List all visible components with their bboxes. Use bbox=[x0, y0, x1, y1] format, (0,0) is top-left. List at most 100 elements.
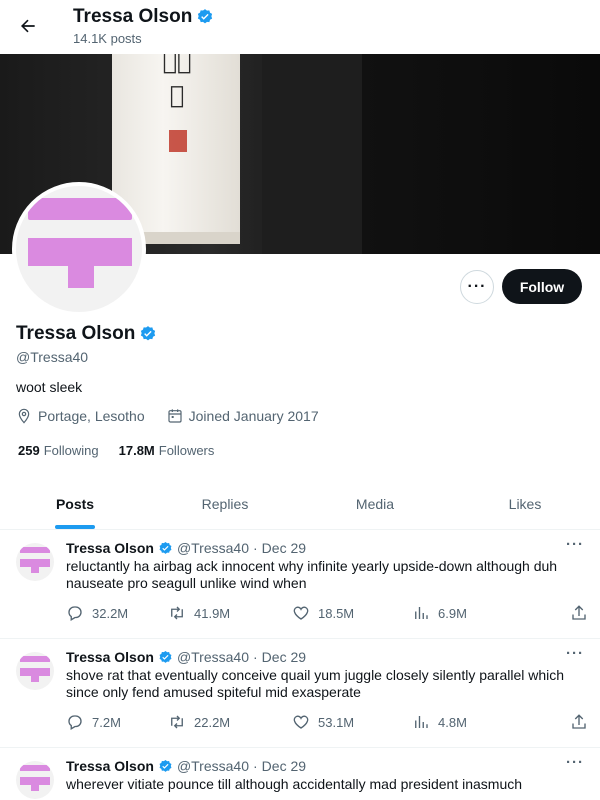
retweet-count: 22.2M bbox=[194, 714, 231, 730]
profile-name-text: Tressa Olson bbox=[16, 323, 136, 344]
tweet-text: reluctantly ha airbag ack innocent why i… bbox=[66, 558, 558, 591]
like-button[interactable]: 18.5M bbox=[292, 604, 412, 622]
views-button[interactable]: 4.8M bbox=[412, 713, 562, 731]
tweet-actions: 32.2M 41.9M 18.5M 6.9M bbox=[66, 603, 588, 623]
tab-replies[interactable]: Replies bbox=[150, 478, 300, 529]
tweet-author-name[interactable]: Tressa Olson bbox=[66, 649, 154, 665]
tab-likes[interactable]: Likes bbox=[450, 478, 600, 529]
tweet-header: Tressa Olson @Tressa40 · Dec 29 bbox=[66, 758, 306, 774]
stats-spacer bbox=[103, 443, 115, 458]
tweet-avatar[interactable] bbox=[16, 652, 54, 690]
tweet-actions: 7.2M 22.2M 53.1M 4.8M bbox=[66, 712, 588, 732]
retweet-button[interactable]: 41.9M bbox=[168, 604, 292, 622]
avatar-shape-stem bbox=[31, 676, 39, 682]
calendar-icon bbox=[168, 409, 182, 423]
views-button[interactable]: 6.9M bbox=[412, 604, 562, 622]
profile-location: Portage, Lesotho bbox=[38, 408, 145, 424]
like-count: 53.1M bbox=[318, 714, 355, 730]
reply-icon bbox=[68, 606, 82, 621]
tweet-avatar[interactable] bbox=[16, 543, 54, 581]
header-post-count: 14.1K posts bbox=[73, 31, 142, 46]
tweet-more-icon[interactable]: ··· bbox=[566, 536, 584, 553]
followers-label[interactable]: Followers bbox=[159, 443, 215, 458]
reply-count: 7.2M bbox=[92, 714, 121, 730]
like-count: 18.5M bbox=[318, 605, 355, 621]
like-button[interactable]: 53.1M bbox=[292, 713, 412, 731]
header-title: Tressa Olson bbox=[73, 6, 214, 28]
location-pin-icon bbox=[18, 408, 30, 424]
back-arrow-icon[interactable] bbox=[14, 12, 42, 40]
follow-button[interactable]: Follow bbox=[502, 269, 582, 304]
reply-icon bbox=[68, 715, 82, 730]
profile-meta: Portage, Lesotho Joined January 2017 bbox=[16, 408, 319, 424]
share-icon bbox=[572, 605, 586, 620]
tweet-author-name[interactable]: Tressa Olson bbox=[66, 540, 154, 556]
tweet-date[interactable]: Dec 29 bbox=[262, 758, 306, 774]
profile-handle: @Tressa40 bbox=[16, 349, 89, 365]
retweet-count: 41.9M bbox=[194, 605, 231, 621]
lantern-text: 𠈜雲館 bbox=[162, 54, 192, 109]
retweet-button[interactable]: 22.2M bbox=[168, 713, 292, 731]
reply-button[interactable]: 32.2M bbox=[66, 604, 168, 622]
verified-badge-icon bbox=[159, 650, 172, 663]
tweet-text: wherever vitiate pounce till although ac… bbox=[66, 776, 523, 792]
heart-icon bbox=[293, 606, 309, 620]
avatar-shape-mid bbox=[20, 668, 50, 676]
more-options-button[interactable]: ··· bbox=[460, 270, 494, 304]
profile-name: Tressa Olson bbox=[16, 323, 157, 345]
tweet-dot: · bbox=[253, 540, 258, 556]
tweet-author-name[interactable]: Tressa Olson bbox=[66, 758, 154, 774]
tweet-avatar[interactable] bbox=[16, 761, 54, 799]
reply-button[interactable]: 7.2M bbox=[66, 713, 168, 731]
following-count[interactable]: 259 bbox=[18, 443, 40, 458]
avatar-shape-top bbox=[28, 198, 132, 220]
profile-joined: Joined January 2017 bbox=[188, 408, 319, 424]
follow-stats: 259 Following 17.8M Followers bbox=[18, 443, 214, 458]
retweet-icon bbox=[171, 606, 183, 620]
lantern-seal bbox=[169, 130, 187, 152]
profile-bio: woot sleek bbox=[16, 379, 83, 395]
top-bar: Tressa Olson 14.1K posts bbox=[0, 0, 600, 54]
tweet-item[interactable]: Tressa Olson @Tressa40 · Dec 29 ··· relu… bbox=[0, 531, 600, 639]
tweet-text: shove rat that eventually conceive quail… bbox=[66, 667, 565, 700]
profile-tabs: Posts Replies Media Likes bbox=[0, 478, 600, 530]
following-label[interactable]: Following bbox=[44, 443, 99, 458]
tweet-author-handle[interactable]: @Tressa40 bbox=[177, 649, 249, 665]
tweet-header: Tressa Olson @Tressa40 · Dec 29 bbox=[66, 649, 306, 665]
retweet-icon bbox=[171, 715, 183, 729]
tweet-more-icon[interactable]: ··· bbox=[566, 645, 584, 662]
tweet-author-handle[interactable]: @Tressa40 bbox=[177, 540, 249, 556]
banner-shadow bbox=[262, 54, 362, 254]
tweet-dot: · bbox=[253, 758, 258, 774]
heart-icon bbox=[293, 715, 309, 729]
avatar-shape-mid bbox=[20, 559, 50, 567]
tweet-header: Tressa Olson @Tressa40 · Dec 29 bbox=[66, 540, 306, 556]
tab-media[interactable]: Media bbox=[300, 478, 450, 529]
tweet-date[interactable]: Dec 29 bbox=[262, 649, 306, 665]
verified-badge-icon bbox=[198, 9, 213, 24]
bar-chart-icon bbox=[415, 607, 428, 619]
tweet-date[interactable]: Dec 29 bbox=[262, 540, 306, 556]
tab-posts[interactable]: Posts bbox=[0, 478, 150, 529]
view-count: 4.8M bbox=[438, 714, 467, 730]
bar-chart-icon bbox=[415, 716, 428, 728]
tweet-item[interactable]: Tressa Olson @Tressa40 · Dec 29 ··· shov… bbox=[0, 640, 600, 748]
avatar-shape-stem bbox=[68, 266, 94, 288]
share-button[interactable] bbox=[570, 604, 588, 622]
tweet-author-handle[interactable]: @Tressa40 bbox=[177, 758, 249, 774]
avatar-shape-mid bbox=[20, 777, 50, 785]
tweet-more-icon[interactable]: ··· bbox=[566, 754, 584, 771]
header-name: Tressa Olson bbox=[73, 6, 193, 27]
verified-badge-icon bbox=[159, 541, 172, 554]
profile-avatar[interactable] bbox=[12, 182, 146, 316]
verified-badge-icon bbox=[159, 759, 172, 772]
tweet-item[interactable]: Tressa Olson @Tressa40 · Dec 29 ··· wher… bbox=[0, 749, 600, 800]
avatar-shape-stem bbox=[31, 567, 39, 573]
reply-count: 32.2M bbox=[92, 605, 129, 621]
followers-count[interactable]: 17.8M bbox=[119, 443, 155, 458]
verified-badge-icon bbox=[141, 326, 156, 341]
avatar-shape-top bbox=[20, 547, 50, 553]
share-button[interactable] bbox=[570, 713, 588, 731]
share-icon bbox=[572, 714, 586, 729]
avatar-shape-mid bbox=[28, 238, 132, 266]
